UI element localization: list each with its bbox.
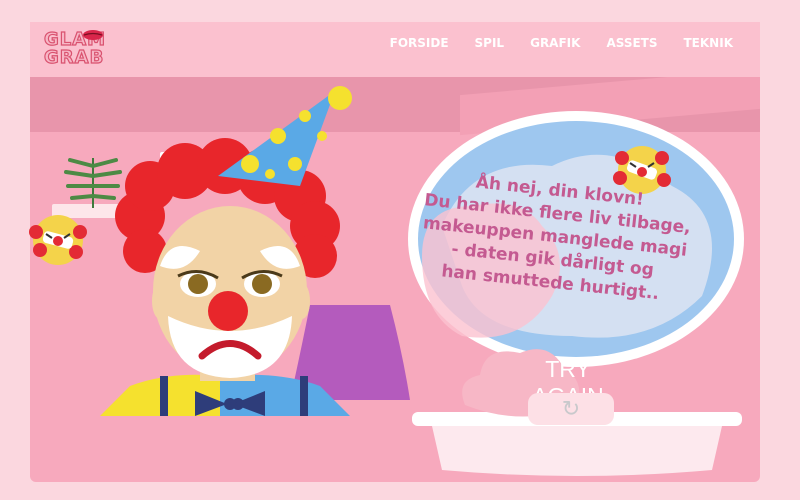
nav-item-forside[interactable]: FORSIDE bbox=[377, 36, 462, 50]
logo-line2: GRAB bbox=[43, 47, 105, 68]
nav-item-grafik[interactable]: GRAFIK bbox=[517, 36, 593, 50]
site-header: GLAM GRAB FORSIDE SPIL GRAFIK ASSETS TEK… bbox=[30, 22, 760, 77]
reload-icon: ↻ bbox=[561, 396, 581, 422]
nav-item-teknik[interactable]: TEKNIK bbox=[671, 36, 747, 50]
logo[interactable]: GLAM GRAB bbox=[36, 27, 106, 72]
clown-character bbox=[100, 86, 352, 416]
nav-item-assets[interactable]: ASSETS bbox=[593, 36, 670, 50]
lips-icon bbox=[83, 30, 103, 40]
nav-item-spil[interactable]: SPIL bbox=[462, 36, 518, 50]
main-nav: FORSIDE SPIL GRAFIK ASSETS TEKNIK bbox=[377, 36, 746, 50]
lost-life-clown-icon bbox=[29, 215, 87, 265]
try-again-button[interactable]: ↻ bbox=[528, 393, 614, 425]
